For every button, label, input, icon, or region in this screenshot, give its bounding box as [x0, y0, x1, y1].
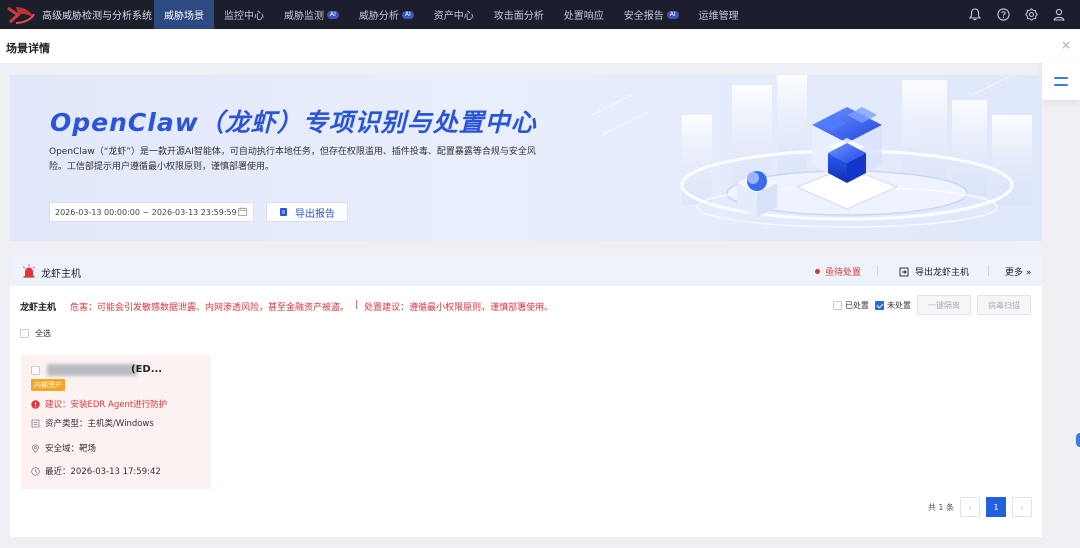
date-range-value: 2026-03-13 00:00:00 ~ 2026-03-13 23:59:5…	[55, 207, 237, 217]
next-page-button[interactable]: ›	[1012, 497, 1032, 517]
pagination-total: 共 1 条	[927, 502, 954, 512]
app-title: 高级威胁检测与分析系统	[42, 11, 152, 22]
card-title: 龙虾主机	[41, 269, 81, 280]
nav-item-8[interactable]: 安全报告 AI	[614, 0, 689, 29]
page-1-button[interactable]: 1	[986, 497, 1006, 517]
host-last-seen-text: 最近：2026-03-13 17:59:42	[45, 467, 161, 477]
host-name[interactable]: (ED...	[131, 364, 162, 375]
nav-item-5[interactable]: 资产中心	[424, 0, 484, 29]
nav-item-6[interactable]: 攻击面分析	[484, 0, 554, 29]
status-text: 亟待处置	[825, 268, 862, 278]
risk-label: 龙虾主机	[20, 303, 57, 313]
nav-item-label: 威胁分析	[358, 11, 399, 22]
host-advice: 建议：安装EDR Agent进行防护	[31, 398, 167, 410]
select-all[interactable]: 全选	[20, 328, 51, 339]
ai-badge: AI	[666, 10, 679, 19]
export-report-button[interactable]: 导出报告	[266, 202, 348, 222]
asset-icon	[31, 419, 40, 427]
host-security-domain-text: 安全域：靶场	[45, 444, 97, 454]
pagination: 共 1 条 ‹ 1 ›	[928, 497, 1032, 517]
nav-item-label: 攻击面分析	[493, 11, 544, 22]
risk-text: 危害：可能会引发敏感数据泄露、内网渗透风险，甚至金融资产被盗。	[70, 303, 350, 313]
export-host-label: 导出龙虾主机	[915, 268, 970, 278]
nav-item-4[interactable]: 威胁分析 AI	[349, 0, 424, 29]
close-icon[interactable]: ×	[1060, 39, 1072, 51]
host-tile[interactable]: (ED... 内部资产 建议：安装EDR Agent进行防护 资产类型：主机类/…	[21, 355, 211, 489]
handled-label: 已处置	[845, 300, 869, 310]
card-header: 龙虾主机 亟待处置 导出龙虾主机 更多 »	[10, 255, 1042, 286]
user-icon[interactable]	[1052, 8, 1066, 22]
brand[interactable]: 高级威胁检测与分析系统	[0, 0, 154, 29]
bell-icon[interactable]	[968, 8, 982, 22]
prev-page-button[interactable]: ‹	[960, 497, 980, 517]
select-all-checkbox[interactable]	[20, 329, 29, 338]
hero-banner: OpenClaw（龙虾）专项识别与处置中心 OpenClaw（“龙虾”）是一款开…	[10, 75, 1042, 241]
nav-item-label: 处置响应	[563, 11, 604, 22]
menu-bar	[1054, 76, 1068, 79]
divider	[988, 265, 989, 276]
host-advice-text: 建议：安装EDR Agent进行防护	[45, 400, 168, 410]
more-link[interactable]: 更多 »	[1005, 265, 1031, 278]
host-last-seen: 最近：2026-03-13 17:59:42	[31, 465, 161, 477]
risk-summary: 龙虾主机 危害：可能会引发敏感数据泄露、内网渗透风险，甚至金融资产被盗。 | 处…	[20, 300, 553, 313]
export-host-button[interactable]: 导出龙虾主机	[899, 265, 969, 278]
page-title: 场景详情	[6, 42, 50, 55]
handled-checkbox[interactable]	[833, 300, 842, 310]
menu-bar	[1054, 83, 1068, 86]
report-icon	[280, 208, 287, 216]
banner-illustration	[591, 75, 1032, 228]
date-range-picker[interactable]: 2026-03-13 00:00:00 ~ 2026-03-13 23:59:5…	[49, 202, 254, 222]
divider	[877, 265, 878, 276]
unhandled-label: 未处置	[887, 300, 911, 310]
nav-item-label: 资产中心	[433, 11, 474, 22]
nav-item-9[interactable]: 运维管理	[689, 0, 749, 29]
top-nav: 高级威胁检测与分析系统 威胁场景 监控中心 威胁监测 AI 威胁分析 AI 资产中心 攻击面分…	[0, 0, 1080, 29]
gear-icon[interactable]	[1024, 8, 1038, 22]
floating-handle[interactable]	[1076, 433, 1080, 447]
asset-tag: 内部资产	[31, 379, 65, 391]
calendar-icon	[238, 207, 247, 216]
filter-handled[interactable]: 已处置	[833, 300, 869, 311]
host-security-domain: 安全域：靶场	[31, 442, 96, 454]
nav-item-7[interactable]: 处置响应	[554, 0, 614, 29]
nav-item-label: 监控中心	[224, 11, 264, 22]
banner-description: OpenClaw（“龙虾”）是一款开源AI智能体，可自动执行本地任务，但存在权限…	[49, 147, 536, 172]
status-badge: 亟待处置	[815, 265, 861, 278]
nav-item-label: 威胁场景	[164, 11, 204, 22]
virus-scan-button[interactable]: 病毒扫描	[977, 295, 1031, 315]
clock-icon	[31, 466, 40, 476]
filter-toolbar: 已处置 未处置 一键隔离 病毒扫描	[833, 295, 1031, 315]
banner-title: OpenClaw（龙虾）专项识别与处置中心	[50, 108, 537, 137]
advice-text: 处置建议：遵循最小权限原则，谨慎部署使用。	[364, 303, 554, 313]
export-report-label: 导出报告	[295, 208, 335, 220]
logo-icon	[7, 6, 35, 24]
warning-icon	[31, 399, 40, 409]
isolate-button[interactable]: 一键隔离	[917, 295, 971, 315]
nav-item-label: 安全报告	[623, 11, 664, 22]
unhandled-checkbox[interactable]	[875, 300, 884, 310]
nav-item-2[interactable]: 监控中心	[214, 0, 274, 29]
help-icon[interactable]	[996, 8, 1010, 22]
location-icon	[32, 443, 39, 453]
risk-separator: |	[355, 300, 359, 310]
ai-badge: AI	[327, 10, 339, 19]
filter-unhandled[interactable]: 未处置	[875, 300, 911, 311]
export-icon	[899, 267, 909, 276]
host-asset-type-text: 资产类型：主机类/Windows	[45, 419, 154, 429]
status-dot	[815, 269, 820, 274]
nav-item-label: 威胁监测	[284, 11, 324, 22]
nav-item-label: 运维管理	[698, 11, 739, 22]
host-checkbox[interactable]	[31, 366, 40, 375]
host-asset-type: 资产类型：主机类/Windows	[31, 417, 154, 429]
nav-item-1[interactable]: 威胁场景	[154, 0, 214, 29]
select-all-label: 全选	[35, 329, 51, 338]
nav-item-3[interactable]: 威胁监测 AI	[274, 0, 349, 29]
host-name-redacted	[47, 364, 137, 376]
host-card: 龙虾主机 亟待处置 导出龙虾主机 更多 » 龙虾主机 危害：可能会引发敏感数据泄…	[10, 255, 1042, 537]
page-header: 场景详情 ×	[0, 29, 1080, 64]
side-menu-toggle[interactable]	[1042, 62, 1080, 100]
alarm-icon	[23, 264, 35, 278]
ai-badge: AI	[401, 10, 414, 19]
